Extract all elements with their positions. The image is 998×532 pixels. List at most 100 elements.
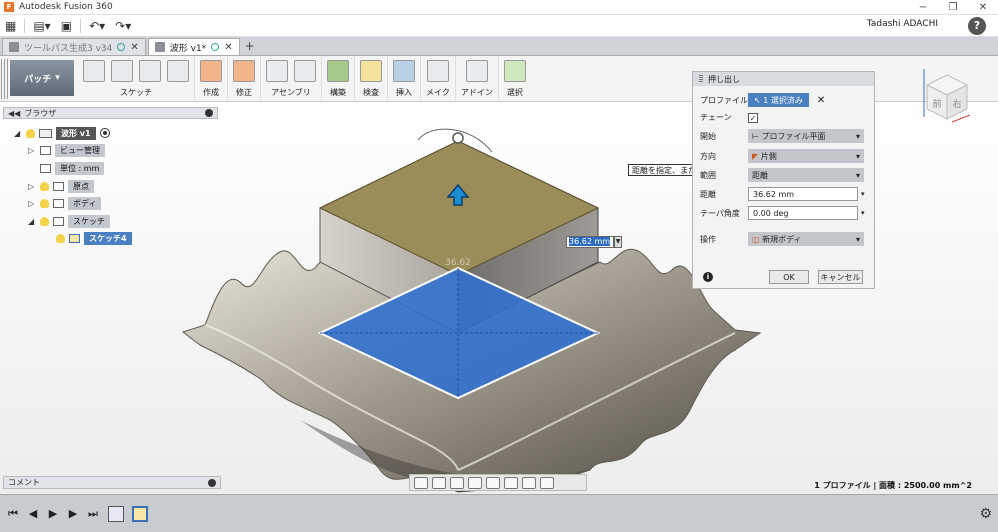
tree-item-label[interactable]: ビュー管理 — [55, 143, 105, 157]
plane-icon[interactable] — [327, 60, 349, 82]
expand-triangle-icon[interactable]: ▷ — [28, 199, 36, 208]
undo-icon[interactable]: ↶▾ — [84, 16, 110, 36]
gear-icon[interactable]: ⚙ — [979, 506, 992, 522]
ribbon-group-addins[interactable]: アドイン — [456, 56, 499, 100]
dialog-header[interactable]: 押し出し — [693, 72, 874, 86]
extent-select[interactable]: 距離 ▾ — [748, 168, 864, 182]
ribbon-group-sketch[interactable]: スケッチ — [78, 56, 195, 100]
ribbon-group-inspect[interactable]: 検査 — [355, 56, 388, 100]
step-back-icon[interactable]: ◀ — [26, 507, 40, 521]
grid-icon[interactable] — [522, 476, 536, 489]
tree-item[interactable]: ▷ 原点 — [28, 179, 94, 193]
file-menu-icon[interactable]: ▤▾ — [28, 16, 55, 36]
ok-button[interactable]: OK — [769, 270, 809, 284]
ribbon-group-modify[interactable]: 修正 — [228, 56, 261, 100]
tree-item-label[interactable]: 原点 — [68, 179, 94, 193]
chevron-down-icon[interactable]: ▾ — [861, 190, 865, 198]
ribbon-group-create[interactable]: 作成 — [195, 56, 228, 100]
visibility-bulb-icon[interactable] — [56, 233, 65, 243]
save-icon[interactable]: ▣ — [56, 16, 77, 36]
activate-radio-icon[interactable] — [99, 128, 110, 138]
distance-input-value[interactable]: 36.62 mm — [569, 237, 611, 246]
select-icon[interactable] — [503, 60, 526, 82]
viewports-icon[interactable] — [540, 476, 554, 489]
ribbon-grip[interactable] — [1, 59, 9, 99]
info-icon[interactable]: i — [703, 272, 713, 282]
ribbon-group-make[interactable]: メイク — [421, 56, 456, 100]
tab-wave[interactable]: 波形 v1* ✕ — [147, 38, 240, 55]
rotation-handle-knob[interactable] — [452, 132, 464, 144]
operation-select[interactable]: ◫ 新規ボディ ▾ — [748, 232, 864, 246]
timeline-sketch-icon[interactable] — [132, 505, 148, 522]
visibility-bulb-icon[interactable] — [40, 181, 49, 191]
tab-toolpath[interactable]: ツールパス生成3 v34 ✕ — [2, 38, 146, 55]
play-icon[interactable]: ▶ — [46, 507, 60, 521]
extrude-icon[interactable] — [200, 60, 222, 82]
rectangle-icon[interactable] — [139, 60, 161, 82]
visibility-bulb-icon[interactable] — [40, 198, 49, 208]
browser-panel-header[interactable]: ◀◀ ブラウザ — [3, 107, 218, 119]
tree-item-label[interactable]: ボディ — [68, 196, 102, 210]
orbit-icon[interactable] — [414, 476, 428, 489]
viewcube-right-label[interactable]: 右 — [952, 98, 961, 110]
new-tab-icon[interactable]: + — [245, 39, 255, 53]
viewcube-front-label[interactable]: 前 — [932, 98, 941, 110]
visibility-bulb-icon[interactable] — [40, 216, 49, 226]
workspace-switcher[interactable]: パッチ ▾ — [10, 60, 74, 96]
display-settings-icon[interactable] — [504, 476, 518, 489]
help-icon[interactable]: ? — [968, 17, 986, 35]
go-to-start-icon[interactable]: ⏮ — [6, 507, 20, 521]
fit-icon[interactable] — [486, 476, 500, 489]
panel-options-icon[interactable] — [208, 479, 216, 487]
create-sketch-icon[interactable] — [83, 60, 105, 82]
clear-selection-icon[interactable]: ✕ — [817, 95, 825, 106]
tree-root[interactable]: ◢ 波形 v1 — [14, 126, 110, 140]
distance-field[interactable]: 36.62 mm — [748, 187, 858, 201]
apps-grid-icon[interactable]: ▦ — [0, 16, 21, 36]
close-tab-icon[interactable]: ✕ — [130, 42, 138, 53]
scripts-icon[interactable] — [465, 60, 488, 82]
modify-icon[interactable] — [233, 60, 255, 82]
ribbon-group-select[interactable]: 選択 — [499, 56, 531, 100]
ribbon-group-construct[interactable]: 構築 — [322, 56, 355, 100]
dimension-icon[interactable] — [167, 60, 189, 82]
expand-triangle-icon[interactable]: ◢ — [28, 217, 36, 226]
step-forward-icon[interactable]: ▶ — [66, 507, 80, 521]
cancel-button[interactable]: キャンセル — [818, 270, 863, 284]
pan-icon[interactable] — [450, 476, 464, 489]
restore-icon[interactable]: ❐ — [938, 0, 968, 15]
start-select[interactable]: ⊢ プロファイル平面 ▾ — [748, 129, 864, 143]
tree-item-label[interactable]: スケッチ4 — [84, 231, 132, 245]
profile-select-button[interactable]: ↖ 1 選択済み — [748, 93, 809, 107]
distance-dropdown-icon[interactable]: ▼ — [614, 236, 622, 248]
ribbon-group-insert[interactable]: 挿入 — [388, 56, 421, 100]
tree-item[interactable]: ▷ ボディ — [28, 196, 102, 210]
expand-triangle-icon[interactable]: ▷ — [28, 182, 36, 191]
drag-grip-icon[interactable] — [699, 75, 703, 83]
visibility-bulb-icon[interactable] — [26, 128, 35, 138]
expand-triangle-icon[interactable]: ▷ — [28, 146, 36, 155]
direction-select[interactable]: ◤ 片側 ▾ — [748, 149, 864, 163]
chain-checkbox[interactable]: ✓ — [748, 112, 758, 123]
3d-print-icon[interactable] — [426, 60, 449, 82]
tree-item-label[interactable]: スケッチ — [68, 214, 110, 228]
measure-icon[interactable] — [360, 60, 382, 82]
timeline-feature-icon[interactable] — [108, 505, 124, 522]
look-at-icon[interactable] — [432, 476, 446, 489]
minimize-icon[interactable]: − — [908, 0, 938, 15]
ribbon-group-assembly[interactable]: アセンブリ — [261, 56, 322, 100]
tree-item[interactable]: ▷ ビュー管理 — [28, 143, 105, 157]
new-component-icon[interactable] — [266, 60, 288, 82]
tree-item-label[interactable]: 単位 : mm — [55, 161, 105, 175]
insert-image-icon[interactable] — [393, 60, 415, 82]
close-tab-icon[interactable]: ✕ — [224, 42, 232, 53]
panel-options-icon[interactable] — [205, 109, 213, 117]
redo-icon[interactable]: ↷▾ — [110, 16, 136, 36]
expand-triangle-icon[interactable]: ◢ — [14, 129, 22, 138]
taper-field[interactable]: 0.00 deg — [748, 206, 858, 220]
chevron-down-icon[interactable]: ▾ — [861, 209, 865, 217]
joint-icon[interactable] — [294, 60, 316, 82]
distance-input-onscreen[interactable]: 36.62 mm — [566, 236, 614, 248]
tree-item-sketch4[interactable]: スケッチ4 — [56, 231, 132, 245]
comments-panel[interactable]: コメント — [3, 476, 221, 489]
